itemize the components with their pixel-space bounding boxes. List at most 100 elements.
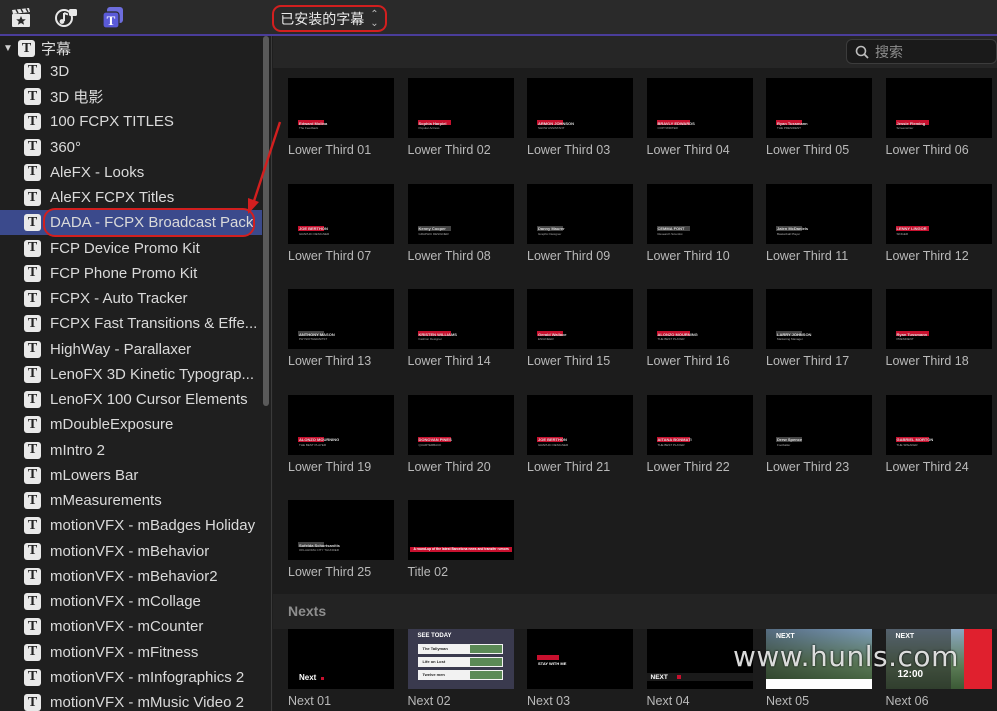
title-tile[interactable]: CEMMA FONT Research Scientist Lower Third … <box>646 183 753 263</box>
titles-t-icon: T <box>24 441 41 459</box>
next-thumbnail[interactable]: Next <box>288 629 394 689</box>
title-thumbnail[interactable]: JOE BERTHON GRAPHIC DESIGNER <box>288 183 394 244</box>
title-thumbnail[interactable]: AITANA BONMATI THE BEST PLAYER <box>646 394 753 455</box>
next-thumbnail[interactable]: SEE TODAY The Tallyman Life on Lost Twelve … <box>407 629 514 689</box>
next-thumbnail[interactable]: STAY WITH ME <box>527 629 633 689</box>
title-thumbnail[interactable]: ARMON JOHNSON SHOW ASSISTANT <box>527 78 633 138</box>
sidebar-item[interactable]: T 3D <box>0 59 262 84</box>
title-tile[interactable]: ANTHONY MASON PHYSIOTHERAPIST Lower Third … <box>288 289 394 368</box>
title-thumbnail[interactable]: JOE BERTHON GRAPHIC DESIGNER <box>527 394 633 455</box>
sidebar-scrollbar[interactable] <box>263 36 269 406</box>
title-tile[interactable]: ALONZO MOURNING THE BEST PLAYER Lower Thir… <box>288 394 394 474</box>
title-tile[interactable]: JOE BERTHON GRAPHIC DESIGNER Lower Third 2… <box>527 394 633 474</box>
titles-icon[interactable]: T <box>101 6 125 30</box>
lower-third-role: Graphic Designer <box>538 231 562 236</box>
title-tile[interactable]: BRAVLY EDWARDS COPYWRITER Lower Third 04 <box>646 78 753 157</box>
title-tile[interactable]: ARMON JOHNSON SHOW ASSISTANT Lower Third 0… <box>527 78 633 157</box>
sidebar-item[interactable]: TmMeasurements <box>0 488 262 513</box>
title-thumbnail[interactable]: Jalen McDaniels Basketball Player <box>766 183 872 244</box>
title-tile[interactable]: A round-up of the latest Barcelona news … <box>407 500 514 579</box>
title-thumbnail[interactable]: ALONZO MOURNING THE BEST PLAYER <box>288 394 394 455</box>
title-tile[interactable]: DONOVAN PINES QUARTERBACK Lower Third 20 <box>407 394 514 474</box>
sidebar-item[interactable]: TmotionVFX - mCounter <box>0 614 262 639</box>
title-thumbnail[interactable]: LENNY LINGOR SINGER <box>885 183 992 244</box>
title-thumbnail[interactable]: BRAVLY EDWARDS COPYWRITER <box>646 78 753 138</box>
title-tile[interactable]: AITANA BONMATI THE BEST PLAYER Lower Third… <box>646 394 753 474</box>
title-tile[interactable]: GABRIEL MORTON THE SPEAKER Lower Third 24 <box>885 394 992 474</box>
sidebar-item[interactable]: T 100 FCPX TITLES <box>0 109 262 134</box>
title-thumbnail[interactable]: CEMMA FONT Research Scientist <box>646 183 753 244</box>
title-thumbnail[interactable]: Gerald Wallace ENGINEER <box>527 289 633 349</box>
title-tile[interactable]: Sofelda Schortsanitis OKLAHOMA CITY THUND… <box>288 500 394 579</box>
title-thumbnail[interactable]: Ryan Tussmann PRESIDENT <box>885 289 992 349</box>
title-thumbnail[interactable]: LARRY JOHNSON Marketing Manager <box>766 289 872 349</box>
title-thumbnail[interactable]: Sofelda Schortsanitis OKLAHOMA CITY THUND… <box>288 500 394 560</box>
next-tile[interactable]: STAY WITH ME Next 03 <box>527 629 633 708</box>
sidebar-item[interactable]: TmotionVFX - mFitness <box>0 640 262 665</box>
sidebar-item[interactable]: T FCPX Fast Transitions & Effe... <box>0 311 262 336</box>
sidebar-item[interactable]: T FCPX - Auto Tracker <box>0 286 262 311</box>
title-thumbnail[interactable]: KRISTEN WILLIAMS Fashion Designer <box>407 289 514 349</box>
title-label: Lower Third 07 <box>288 248 372 263</box>
lower-third-role: THE BEST PLAYER <box>299 442 327 447</box>
sidebar-root-titles[interactable]: ▼ T 字幕 <box>0 36 262 61</box>
sidebar-item[interactable]: TmotionVFX - mCollage <box>0 589 262 614</box>
title-tile[interactable]: Edward Molina The Feedback Lower Third 01 <box>288 78 394 157</box>
sidebar-item[interactable]: TmotionVFX - mBadges Holiday <box>0 513 262 538</box>
sidebar-item[interactable]: T 360° <box>0 135 262 160</box>
lower-third-name: BRAVLY EDWARDS <box>657 120 695 126</box>
title-tile[interactable]: Jessie Fleming Screenwriter Lower Third 06 <box>885 78 992 157</box>
search-input[interactable] <box>875 43 985 60</box>
next-tile[interactable]: Next Next 01 <box>288 629 394 708</box>
title-tile[interactable]: Jalen McDaniels Basketball Player Lower Th… <box>766 183 872 263</box>
title-thumbnail[interactable]: ANTHONY MASON PHYSIOTHERAPIST <box>288 289 394 349</box>
titles-t-icon: T <box>24 239 41 257</box>
title-thumbnail[interactable]: Ryan Tussmann THE PRESIDENT <box>766 78 872 138</box>
title-tile[interactable]: KRISTEN WILLIAMS Fashion Designer Lower Th… <box>407 289 514 368</box>
sidebar-item[interactable]: T HighWay - Parallaxer <box>0 337 262 362</box>
title-tile[interactable]: LENNY LINGOR SINGER Lower Third 12 <box>885 183 992 263</box>
title-tile[interactable]: Ryan Tussmann PRESIDENT Lower Third 18 <box>885 289 992 368</box>
title-thumbnail[interactable]: Sophia Harpiel Popular Actress <box>407 78 514 138</box>
next-tile[interactable]: SEE TODAY The Tallyman Life on Lost Twelve … <box>407 629 514 708</box>
sidebar-item[interactable]: TmDoubleExposure <box>0 412 262 437</box>
title-tile[interactable]: Sophia Harpiel Popular Actress Lower Third… <box>407 78 514 157</box>
music-camera-icon[interactable] <box>55 6 79 30</box>
title-thumbnail[interactable]: A round-up of the latest Barcelona news … <box>407 500 514 560</box>
sidebar-item[interactable]: TmotionVFX - mBehavior <box>0 539 262 564</box>
title-tile[interactable]: LARRY JOHNSON Marketing Manager Lower Thir… <box>766 289 872 368</box>
sidebar-item[interactable]: TmotionVFX - mBehavior2 <box>0 564 262 589</box>
search-field[interactable] <box>846 39 997 64</box>
sidebar-item[interactable]: TmotionVFX - mMusic Video 2 <box>0 690 262 711</box>
title-thumbnail[interactable]: DONOVAN PINES QUARTERBACK <box>407 394 514 455</box>
sidebar-item[interactable]: T LenoFX 3D Kinetic Typograp... <box>0 362 262 387</box>
title-thumbnail[interactable]: ALONZO MOURNING THE BEST PLAYER <box>646 289 753 349</box>
sidebar-item[interactable]: T FCP Phone Promo Kit <box>0 261 262 286</box>
installed-titles-selector[interactable]: 已安装的字幕 ⌃ ⌄ <box>272 5 387 32</box>
title-thumbnail[interactable]: Danny Maurer Graphic Designer <box>527 183 633 244</box>
sidebar-item[interactable]: T AleFX - Looks <box>0 160 262 185</box>
title-tile[interactable]: ALONZO MOURNING THE BEST PLAYER Lower Thir… <box>646 289 753 368</box>
title-thumbnail[interactable]: Drew Spence Footballer <box>766 394 872 455</box>
title-tile[interactable]: JOE BERTHON GRAPHIC DESIGNER Lower Third 0… <box>288 183 394 263</box>
sidebar-item[interactable]: T LenoFX 100 Cursor Elements <box>0 387 262 412</box>
clapper-star-icon[interactable] <box>9 6 33 30</box>
titles-t-icon: T <box>24 466 41 484</box>
sidebar-item[interactable]: T 3D 电影 <box>0 84 262 109</box>
sidebar-item[interactable]: TmIntro 2 <box>0 438 262 463</box>
title-thumbnail[interactable]: Edward Molina The Feedback <box>288 78 394 138</box>
title-tile[interactable]: Danny Maurer Graphic Designer Lower Third … <box>527 183 633 263</box>
sidebar-item[interactable]: T FCP Device Promo Kit <box>0 236 262 261</box>
title-tile[interactable]: Drew Spence Footballer Lower Third 23 <box>766 394 872 474</box>
sidebar-item[interactable]: TmotionVFX - mInfographics 2 <box>0 665 262 690</box>
title-tile[interactable]: Gerald Wallace ENGINEER Lower Third 15 <box>527 289 633 368</box>
sidebar-item[interactable]: T AleFX FCPX Titles <box>0 185 262 210</box>
title-tile[interactable]: Ryan Tussmann THE PRESIDENT Lower Third 05 <box>766 78 872 157</box>
title-tile[interactable]: Kenny Cooper GRAPHIC DESIGNER Lower Third … <box>407 183 514 263</box>
sidebar-item[interactable]: TmLowers Bar <box>0 463 262 488</box>
disclosure-triangle-icon[interactable]: ▼ <box>3 43 13 54</box>
title-thumbnail[interactable]: Jessie Fleming Screenwriter <box>885 78 992 138</box>
title-thumbnail[interactable]: GABRIEL MORTON THE SPEAKER <box>885 394 992 455</box>
title-thumbnail[interactable]: Kenny Cooper GRAPHIC DESIGNER <box>407 183 514 244</box>
annotation-arrow-icon <box>248 121 282 214</box>
